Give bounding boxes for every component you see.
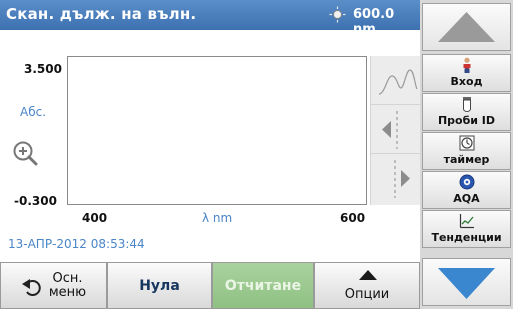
sample-id-label: Проби ID [437,114,496,127]
page-title: Скан. дълж. на вълн. [6,5,197,23]
zoom-in-icon[interactable] [12,140,38,166]
peak-curve-icon [378,69,418,95]
x-axis-label: λ nm [202,211,233,225]
read-button[interactable]: Отчитане [212,262,314,309]
x-tick-label-min: 400 [82,211,108,225]
timer-button[interactable]: таймер [422,132,511,170]
x-tick-label-max: 600 [340,211,366,225]
timer-label: таймер [443,153,490,166]
header-bar: Скан. дълж. на вълн. 600.0 nm [0,0,420,37]
wavelength-readout: 600.0 nm [353,7,395,37]
aqa-icon [459,174,474,190]
y-tick-label-min: -0.300 [14,194,57,208]
y-tick-label-max: 3.500 [24,62,62,76]
plot-area [67,56,367,205]
chart-tools-panel [370,56,421,205]
main-menu-label: Осн. меню [48,270,87,300]
arrow-up-icon [438,12,495,42]
scroll-down-button[interactable] [422,258,511,306]
read-label: Отчитане [224,277,302,294]
zero-button[interactable]: Нула [107,262,212,309]
main-menu-button[interactable]: Осн. меню [0,262,107,309]
arrow-down-icon [438,268,495,299]
trends-label: Тенденции [431,231,502,244]
cursor-right-icon [394,160,410,198]
date-time: 13-АПР-2012 08:53:44 [8,237,145,251]
peak-view-tool[interactable] [371,56,421,105]
user-icon [463,57,470,73]
options-label: Опции [344,287,390,302]
main-menu-label-line1: Осн. [52,270,83,286]
plot-svg [68,57,366,204]
sample-vial-icon [462,97,471,112]
y-axis-label: Абс. [20,105,47,119]
trends-button[interactable]: Тенденции [422,210,511,248]
aqa-button[interactable]: AQA [422,171,511,209]
right-panel: Вход Проби ID таймер AQA Тенденции [420,0,513,309]
timer-icon [459,135,474,151]
main-menu-label-line2: меню [48,284,87,300]
login-label: Вход [450,75,483,88]
triangle-up-icon [359,270,377,280]
options-button[interactable]: Опции [314,262,420,309]
trend-icon [459,214,474,229]
cursor-left-button[interactable] [371,105,421,154]
zero-label: Нула [139,277,180,294]
lamp-icon [329,6,346,23]
login-button[interactable]: Вход [422,54,511,92]
cursor-right-button[interactable] [371,154,421,203]
cursor-left-icon [382,111,398,149]
sample-id-button[interactable]: Проби ID [422,93,511,131]
back-arrow-icon [21,278,41,296]
bottom-bar: Осн. меню Нула Отчитане Опции [0,262,420,309]
aqa-label: AQA [453,192,480,205]
scroll-up-button[interactable] [422,3,511,51]
